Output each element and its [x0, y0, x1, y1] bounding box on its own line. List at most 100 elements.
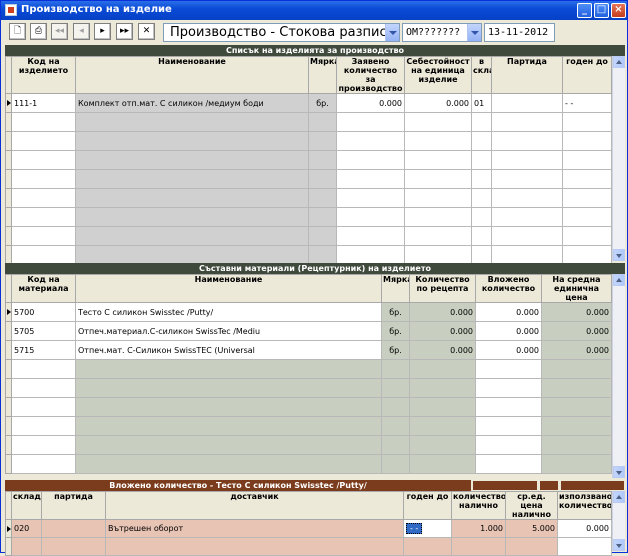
last-record-icon[interactable]: ▸▸: [116, 23, 133, 40]
minimize-button[interactable]: _: [577, 3, 592, 18]
products-scrollbar[interactable]: [612, 56, 625, 261]
scroll-down-icon[interactable]: [613, 539, 625, 551]
col-inserted-store[interactable]: склад: [11, 491, 42, 520]
material-price-cell[interactable]: 0.000: [541, 321, 612, 341]
material-used-cell[interactable]: 0.000: [475, 302, 542, 322]
material-price-cell[interactable]: 0.000: [541, 302, 612, 322]
scroll-up-icon[interactable]: [613, 56, 625, 68]
inserted-expiry-cell[interactable]: - -: [403, 519, 452, 538]
product-code-cell[interactable]: 111-1: [11, 93, 76, 113]
inserted-store-cell[interactable]: 020: [11, 519, 42, 538]
code-combo[interactable]: ОМ???????: [402, 23, 482, 42]
col-product-store[interactable]: в склад: [471, 56, 492, 94]
product-unit-cell[interactable]: бр.: [308, 93, 337, 113]
inserted-used-cell[interactable]: 0.000: [557, 519, 612, 538]
table-row[interactable]: [5, 397, 612, 417]
material-recipe-cell[interactable]: 0.000: [409, 321, 476, 341]
product-cost-cell[interactable]: 0.000: [404, 93, 472, 113]
material-price-cell[interactable]: 0.000: [541, 340, 612, 360]
prev-record-icon[interactable]: ◂: [73, 23, 90, 40]
scroll-down-icon[interactable]: [613, 249, 625, 261]
print-icon[interactable]: ⎙: [30, 23, 47, 40]
table-row[interactable]: [5, 169, 612, 189]
scroll-down-icon[interactable]: [613, 466, 625, 478]
col-product-batch[interactable]: Партида: [491, 56, 563, 94]
table-row[interactable]: [5, 416, 612, 436]
materials-scrollbar[interactable]: [612, 274, 625, 478]
material-code-cell[interactable]: 5700: [11, 302, 76, 322]
col-material-name[interactable]: Наименование: [75, 274, 382, 303]
next-record-icon[interactable]: ▸: [94, 23, 111, 40]
close-button[interactable]: ×: [611, 3, 626, 18]
product-name-cell[interactable]: Комплект отп.мат. С силикон /медиум боди: [75, 93, 309, 113]
col-material-code[interactable]: Код на материала: [11, 274, 76, 303]
table-row[interactable]: [5, 435, 612, 455]
col-inserted-expiry[interactable]: годен до: [403, 491, 452, 520]
material-unit-cell[interactable]: бр.: [381, 302, 410, 322]
col-product-unit[interactable]: Мярка: [308, 56, 337, 94]
table-row[interactable]: [5, 207, 612, 227]
scroll-up-icon[interactable]: [613, 491, 625, 503]
inserted-batch-cell[interactable]: [41, 519, 106, 538]
date-field[interactable]: 13-11-2012: [484, 23, 555, 42]
col-product-expiry[interactable]: годен до: [562, 56, 612, 94]
selected-expiry-value[interactable]: - -: [406, 523, 423, 534]
material-unit-cell[interactable]: бр.: [381, 321, 410, 341]
col-material-unit[interactable]: Мярка: [381, 274, 410, 303]
material-code-cell[interactable]: 5705: [11, 321, 76, 341]
material-name-cell[interactable]: Тесто С силикон Swisstec /Putty/: [75, 302, 382, 322]
inserted-available-cell[interactable]: 1.000: [451, 519, 506, 538]
delete-icon[interactable]: ✕: [138, 23, 155, 40]
scroll-up-icon[interactable]: [613, 274, 625, 286]
product-expiry-cell[interactable]: - -: [562, 93, 612, 113]
col-product-qty[interactable]: Заявено количество за производство: [336, 56, 405, 94]
chevron-down-icon[interactable]: [385, 24, 399, 41]
col-material-used[interactable]: Вложено количество: [475, 274, 542, 303]
table-row[interactable]: [5, 378, 612, 398]
material-recipe-cell[interactable]: 0.000: [409, 302, 476, 322]
table-row[interactable]: 5700 Тесто С силикон Swisstec /Putty/ бр…: [5, 302, 612, 322]
table-row[interactable]: 5715 Отпеч.мат. С-Силикон SwissTEC (Univ…: [5, 340, 612, 360]
col-product-name[interactable]: Наименование: [75, 56, 309, 94]
table-row[interactable]: 5705 Отпеч.материал.С-силикон SwissTec /…: [5, 321, 612, 341]
table-row[interactable]: [5, 112, 612, 132]
col-inserted-supplier[interactable]: доставчик: [105, 491, 404, 520]
material-name-cell[interactable]: Отпеч.мат. С-Силикон SwissTEC (Universal: [75, 340, 382, 360]
col-inserted-price[interactable]: ср.ед. цена налично: [505, 491, 558, 520]
maximize-button[interactable]: □: [594, 3, 609, 18]
material-used-cell[interactable]: 0.000: [475, 340, 542, 360]
document-type-combo[interactable]: Производство - Стокова разписка: [163, 23, 400, 42]
first-record-icon[interactable]: ◂◂: [51, 23, 68, 40]
table-row[interactable]: 020 Вътрешен оборот - - 1.000 5.000 0.00…: [5, 519, 612, 538]
table-row[interactable]: [5, 150, 612, 170]
table-row[interactable]: [5, 245, 612, 265]
table-row[interactable]: [5, 131, 612, 151]
table-row[interactable]: [5, 359, 612, 379]
col-product-cost[interactable]: Себестойност на единица изделие: [404, 56, 472, 94]
chevron-down-icon[interactable]: [467, 24, 481, 41]
table-row[interactable]: [5, 226, 612, 246]
material-unit-cell[interactable]: бр.: [381, 340, 410, 360]
col-product-code[interactable]: Код на изделието: [11, 56, 76, 94]
product-batch-cell[interactable]: [491, 93, 563, 113]
table-row[interactable]: [5, 454, 612, 474]
material-name-cell[interactable]: Отпеч.материал.С-силикон SwissTec /Mediu: [75, 321, 382, 341]
inserted-scrollbar[interactable]: [612, 491, 625, 551]
col-inserted-available[interactable]: количество налично: [451, 491, 506, 520]
title-bar[interactable]: Производство на изделие _ □ ×: [1, 1, 627, 20]
new-document-icon[interactable]: 🗋: [9, 23, 26, 40]
table-row[interactable]: [5, 188, 612, 208]
table-row[interactable]: 111-1 Комплект отп.мат. С силикон /медиу…: [5, 93, 612, 113]
product-store-cell[interactable]: 01: [471, 93, 492, 113]
col-inserted-used[interactable]: използвано количество: [557, 491, 612, 520]
material-recipe-cell[interactable]: 0.000: [409, 340, 476, 360]
product-qty-cell[interactable]: 0.000: [336, 93, 405, 113]
material-code-cell[interactable]: 5715: [11, 340, 76, 360]
col-material-price[interactable]: На средна единична цена: [541, 274, 612, 303]
col-material-recipe[interactable]: Количество по рецепта: [409, 274, 476, 303]
material-used-cell[interactable]: 0.000: [475, 321, 542, 341]
inserted-price-cell[interactable]: 5.000: [505, 519, 558, 538]
col-inserted-batch[interactable]: партида: [41, 491, 106, 520]
inserted-supplier-cell[interactable]: Вътрешен оборот: [105, 519, 404, 538]
materials-section-title: Съставни материали (Рецептурник) на изде…: [5, 263, 625, 274]
